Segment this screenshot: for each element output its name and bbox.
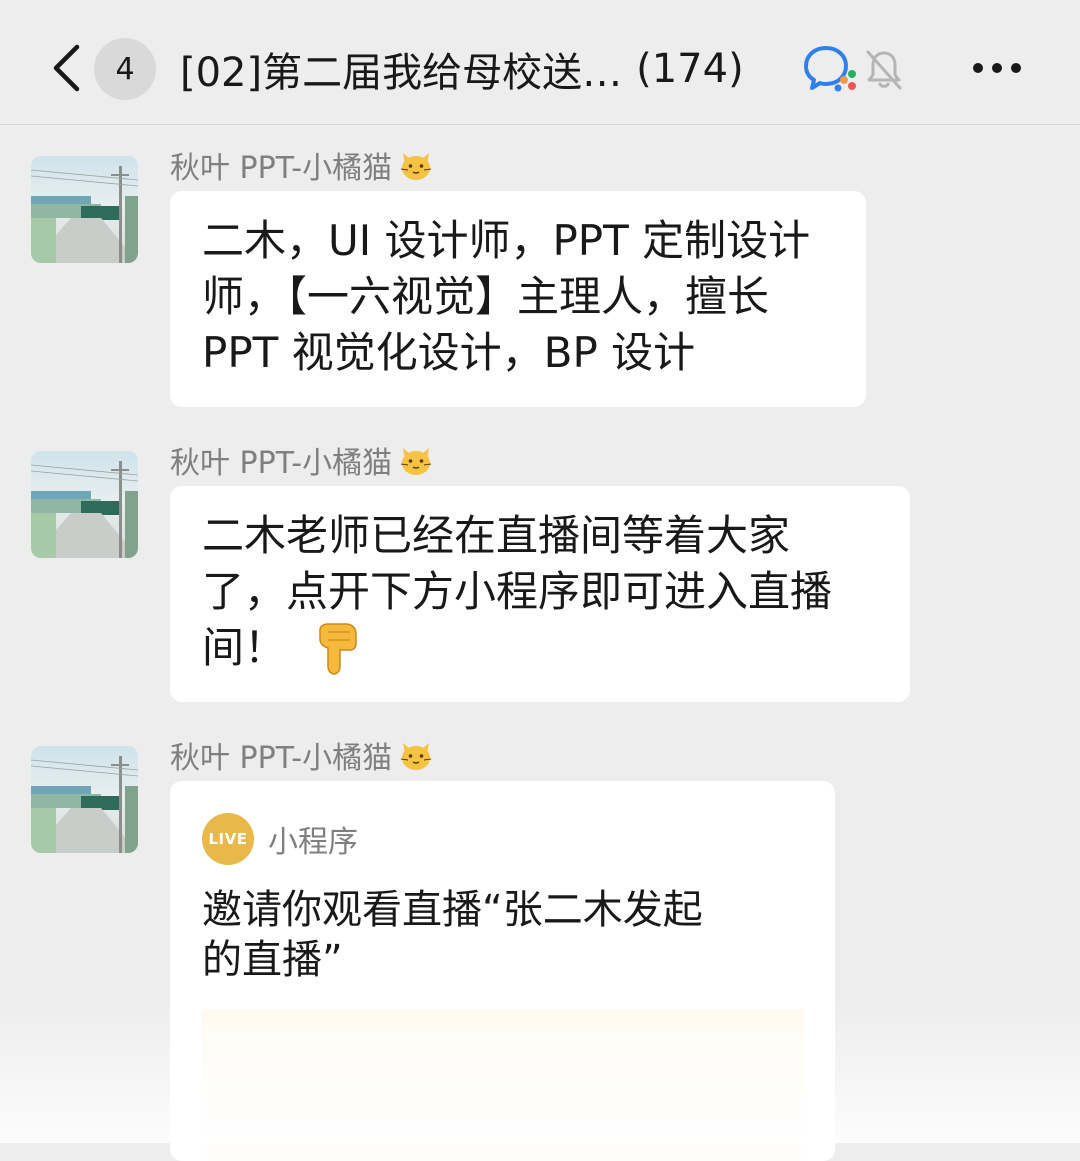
sender-name: 秋叶 PPT-小橘猫: [170, 735, 434, 776]
sender-name: 秋叶 PPT-小橘猫: [170, 440, 434, 481]
message-line: 二木老师已经在直播间等着大家: [202, 511, 791, 560]
message-bubble[interactable]: 二木，UI 设计师，PPT 定制设计 师，【一六视觉】主理人，擅长 PPT 视觉…: [170, 191, 866, 407]
chat-header: 4 [02]第二届我给母校送… (174): [0, 0, 1080, 125]
card-title-line: 邀请你观看直播“张二木发起: [202, 887, 703, 933]
group-name: [02]第二届我给母校送…: [180, 50, 623, 96]
chevron-left-icon: [53, 44, 80, 92]
card-cover-image: [202, 1009, 804, 1161]
pointing-down-hand-icon: [319, 623, 357, 675]
avatar[interactable]: [31, 746, 138, 853]
unread-count-badge[interactable]: 4: [94, 38, 156, 100]
wecom-chat-icon: [804, 44, 860, 94]
avatar[interactable]: [31, 156, 138, 263]
cat-face-icon: [398, 147, 434, 183]
member-count: (174): [636, 46, 744, 92]
mini-program-card[interactable]: LIVE 小程序 邀请你观看直播“张二木发起 的直播”: [170, 781, 835, 1161]
card-header: LIVE 小程序: [202, 813, 358, 865]
chat-title[interactable]: [02]第二届我给母校送… (174): [180, 40, 744, 98]
bell-muted-icon: [864, 48, 904, 92]
card-title-line: 的直播”: [202, 937, 343, 983]
more-dots-icon: [973, 63, 1021, 73]
message-line: 二木，UI 设计师，PPT 定制设计: [202, 216, 811, 265]
cat-face-icon: [398, 442, 434, 478]
message-line: 了，点开下方小程序即可进入直播: [202, 567, 833, 616]
back-button[interactable]: [40, 38, 92, 98]
card-title: 邀请你观看直播“张二木发起 的直播”: [202, 885, 762, 985]
message-bubble[interactable]: 二木老师已经在直播间等着大家 了，点开下方小程序即可进入直播 间！: [170, 486, 910, 702]
message-line: PPT 视觉化设计，BP 设计: [202, 328, 696, 377]
avatar[interactable]: [31, 451, 138, 558]
sender-name: 秋叶 PPT-小橘猫: [170, 145, 434, 186]
more-options-button[interactable]: [966, 50, 1028, 86]
message-line: 师，【一六视觉】主理人，擅长: [202, 272, 770, 321]
card-source-label: 小程序: [268, 825, 358, 860]
cat-face-icon: [398, 737, 434, 773]
message-line: 间！: [202, 620, 878, 676]
live-badge-icon: LIVE: [202, 813, 254, 865]
